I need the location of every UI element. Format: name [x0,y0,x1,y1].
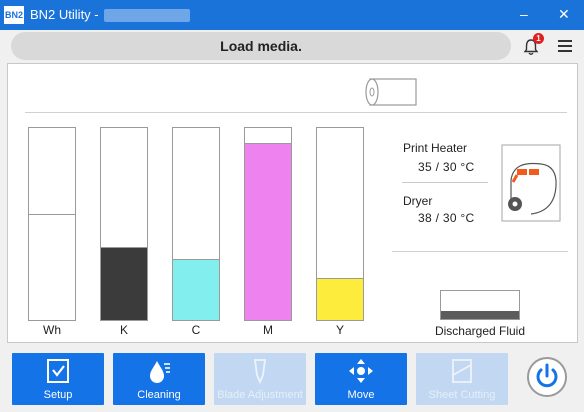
ink-level-k [101,247,147,320]
blade-adjustment-label: Blade Adjustment [217,389,303,401]
move-label: Move [347,389,375,401]
ink-level-m [245,143,291,320]
ink-label-y: Y [335,323,344,337]
setup-icon [47,359,69,383]
hamburger-menu-icon[interactable] [558,40,572,52]
minimize-button[interactable]: – [520,6,528,22]
cleaning-label: Cleaning [137,389,181,401]
cleaning-icon [150,361,170,383]
print-heater-label: Print Heater [403,141,468,155]
media-roll-icon [365,78,417,106]
ink-level-wh [29,214,75,320]
blade-adjustment-button[interactable]: Blade Adjustment [214,353,306,405]
divider [25,112,567,113]
divider [392,251,568,252]
sheet-cutting-label: Sheet Cutting [428,389,496,401]
ink-tank-c [172,127,220,321]
ink-label-wh: Wh [43,323,61,337]
ink-label-c: C [191,323,201,337]
notification-badge: 1 [533,33,544,44]
status-panel: Wh K C M Y Print Heater 35 / 30 °C Dryer… [7,63,578,343]
move-icon [349,359,373,383]
dryer-value: 38 / 30 °C [418,211,475,225]
window-title: BN2 Utility - [30,7,99,22]
power-icon [536,363,558,388]
dryer-label: Dryer [403,194,433,208]
ink-label-k: K [119,323,128,337]
setup-button[interactable]: Setup [12,353,104,405]
setup-label: Setup [43,389,73,401]
cleaning-button[interactable]: Cleaning [113,353,205,405]
ink-tank-k [100,127,148,321]
close-button[interactable]: ✕ [558,6,570,23]
ink-level-c [173,258,219,320]
ink-level-y [317,277,363,320]
divider [402,182,488,183]
ink-tank-wh [28,127,76,321]
ink-label-m: M [263,323,273,337]
printer-heater-icon [501,144,561,222]
print-heater-value: 35 / 30 °C [418,160,475,174]
sheet-cutting-icon [452,359,472,383]
title-bar: BN2 BN2 Utility - – ✕ [0,0,584,30]
ink-tank-m [244,127,292,321]
redacted-device-name [104,9,190,22]
discharged-fluid-level [441,310,519,319]
sheet-cutting-button[interactable]: Sheet Cutting [416,353,508,405]
power-button[interactable] [527,357,567,397]
app-logo: BN2 [4,6,24,24]
move-button[interactable]: Move [315,353,407,405]
discharged-fluid-label: Discharged Fluid [434,324,526,338]
status-message: Load media. [11,32,511,60]
blade-icon [253,359,267,385]
discharged-fluid-tank [440,290,520,320]
ink-tank-y [316,127,364,321]
